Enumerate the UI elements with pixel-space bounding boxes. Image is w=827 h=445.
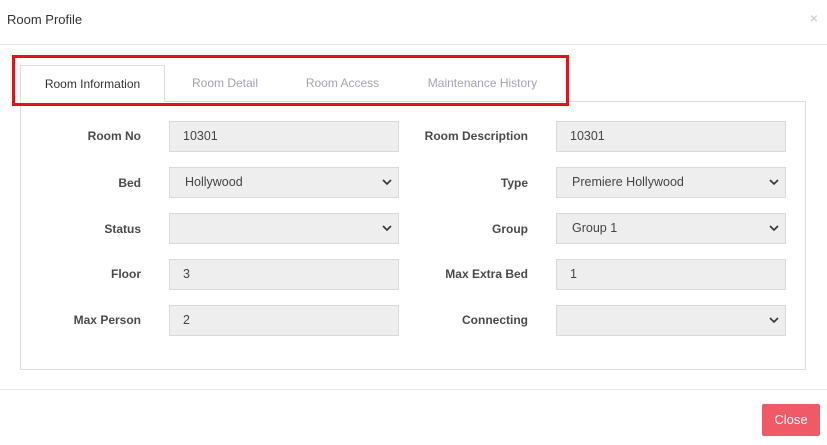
tab-room-access[interactable]: Room Access bbox=[285, 65, 400, 102]
chevron-down-icon bbox=[382, 223, 392, 233]
close-button[interactable]: Close bbox=[762, 404, 820, 436]
type-label: Type bbox=[500, 176, 528, 190]
modal-header: Room Profile × bbox=[0, 0, 827, 45]
status-label: Status bbox=[104, 222, 141, 236]
max-extra-bed-input[interactable]: 1 bbox=[556, 259, 786, 290]
chevron-down-icon bbox=[769, 177, 779, 187]
max-person-label: Max Person bbox=[73, 313, 141, 327]
room-description-input[interactable]: 10301 bbox=[556, 121, 786, 152]
chevron-down-icon bbox=[769, 315, 779, 325]
bed-select-value: Hollywood bbox=[185, 175, 243, 189]
modal-title: Room Profile bbox=[7, 12, 83, 27]
max-extra-bed-label: Max Extra Bed bbox=[445, 267, 528, 281]
floor-input[interactable]: 3 bbox=[169, 259, 399, 290]
room-no-label: Room No bbox=[87, 129, 141, 143]
group-select-value: Group 1 bbox=[572, 221, 618, 235]
group-label: Group bbox=[492, 222, 528, 236]
chevron-down-icon bbox=[382, 177, 392, 187]
tab-room-information[interactable]: Room Information bbox=[20, 65, 165, 102]
room-description-label: Room Description bbox=[424, 129, 528, 143]
status-select[interactable] bbox=[169, 213, 399, 244]
chevron-down-icon bbox=[769, 223, 779, 233]
group-select[interactable]: Group 1 bbox=[556, 213, 786, 244]
bed-label: Bed bbox=[118, 176, 141, 190]
connecting-select[interactable] bbox=[556, 305, 786, 336]
close-icon[interactable]: × bbox=[810, 10, 818, 26]
modal-footer-divider bbox=[0, 389, 827, 390]
max-person-input[interactable]: 2 bbox=[169, 305, 399, 336]
tab-maintenance-history[interactable]: Maintenance History bbox=[400, 65, 565, 102]
type-select-value: Premiere Hollywood bbox=[572, 175, 684, 189]
connecting-label: Connecting bbox=[462, 313, 528, 327]
room-no-input[interactable]: 10301 bbox=[169, 121, 399, 152]
type-select[interactable]: Premiere Hollywood bbox=[556, 167, 786, 198]
bed-select[interactable]: Hollywood bbox=[169, 167, 399, 198]
floor-label: Floor bbox=[111, 267, 141, 281]
tab-room-detail[interactable]: Room Detail bbox=[165, 65, 285, 102]
